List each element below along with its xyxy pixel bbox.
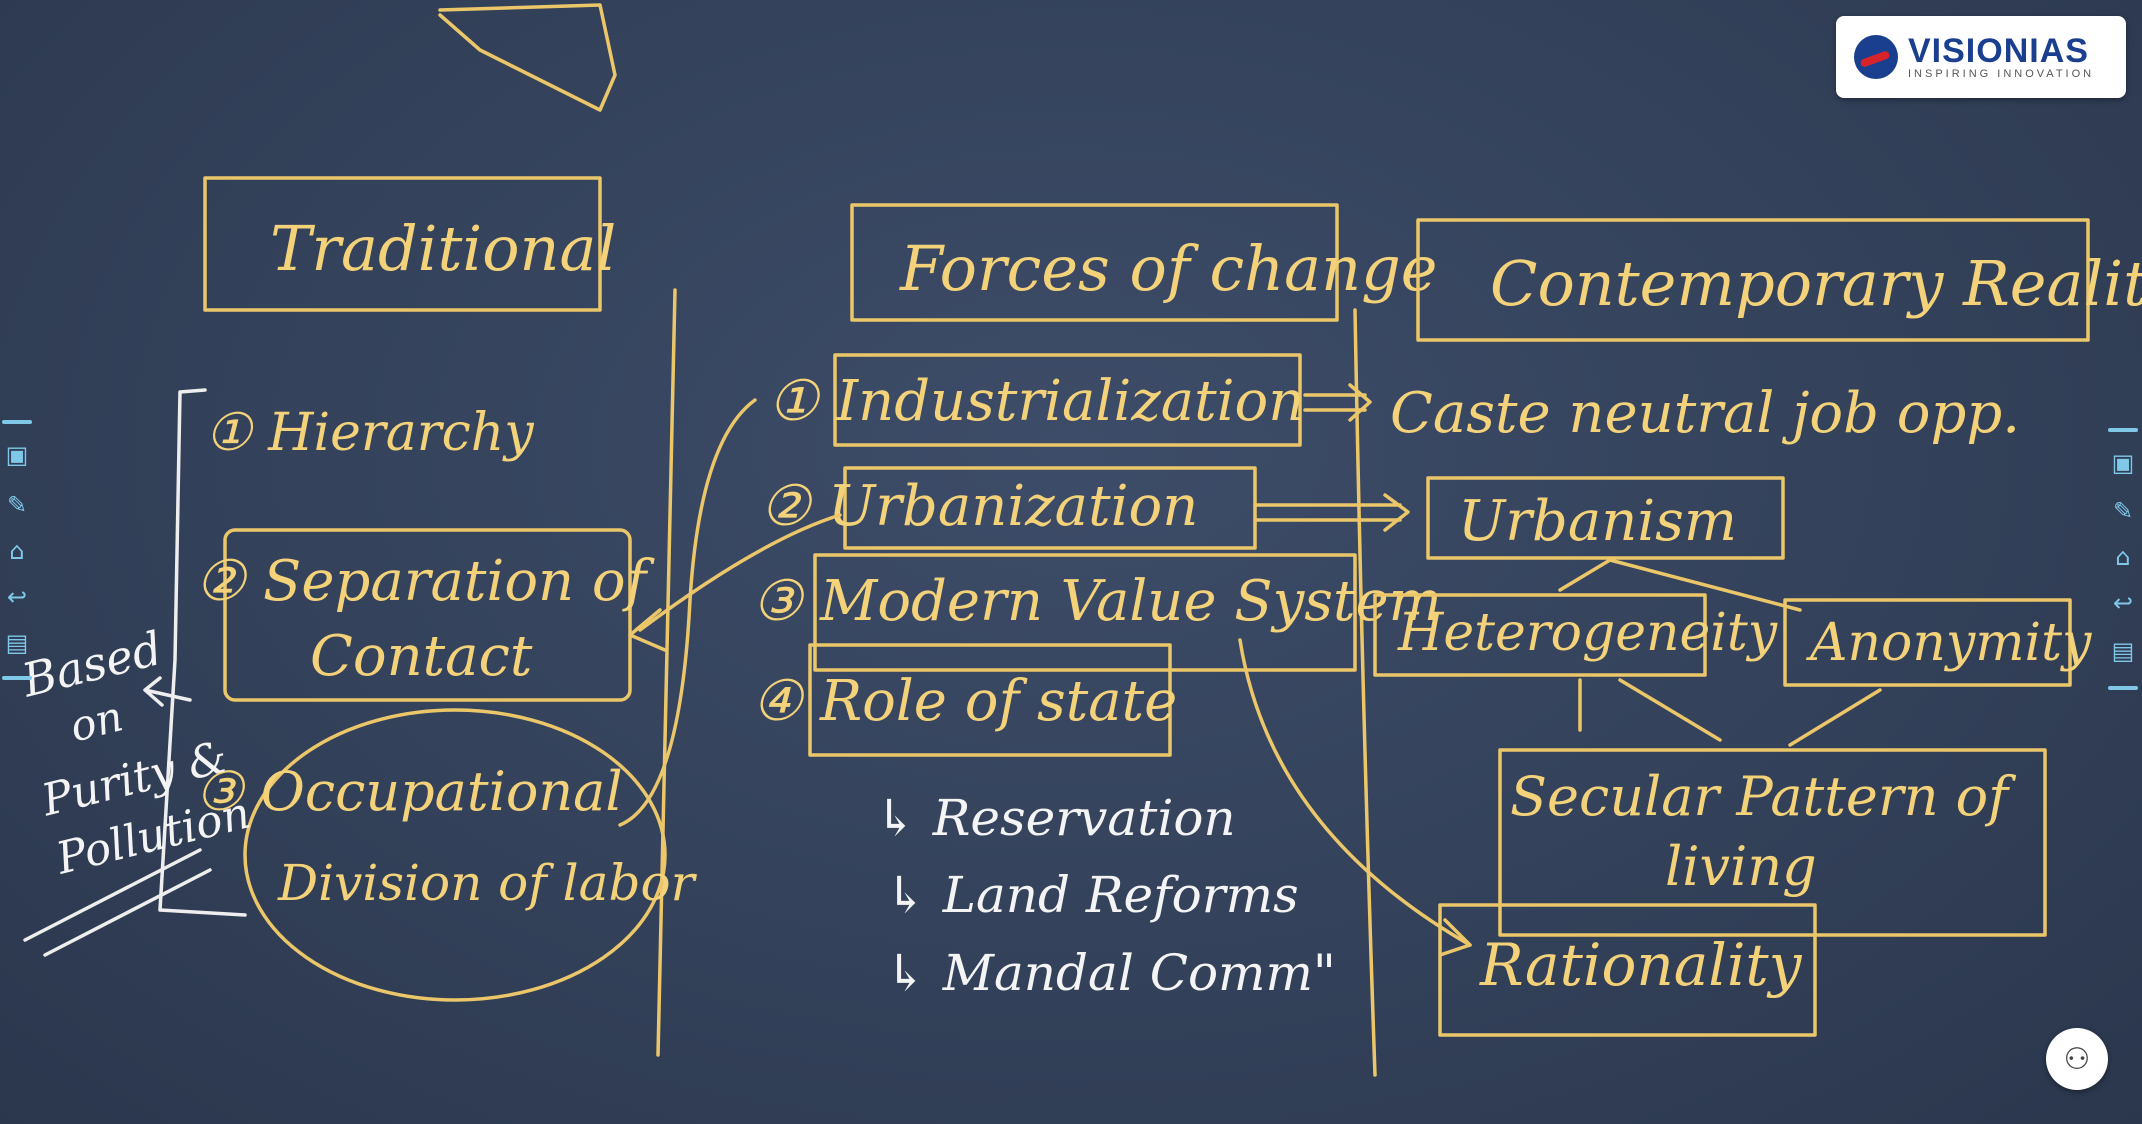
left-toolbar-bottom-bar xyxy=(2,676,32,680)
forces-sub-reservation: ↳ Reservation xyxy=(875,789,1236,847)
visionias-logo-mark xyxy=(1854,35,1898,79)
present-icon[interactable]: ▤ xyxy=(2108,636,2138,666)
side-note-on: on xyxy=(65,691,128,751)
divider-right xyxy=(1353,308,1377,1077)
side-note-group: Based on Purity & Pollution xyxy=(16,621,255,885)
chalkboard-canvas: Traditional ① Hierarchy ② Separation of … xyxy=(16,3,2142,1077)
right-toolbar-bottom-bar xyxy=(2108,686,2138,690)
user-settings-button[interactable]: ⚇ xyxy=(2046,1028,2108,1090)
forces-item-modern-value: ③ Modern Value System xyxy=(752,569,1442,634)
arrow-urbanization xyxy=(1253,493,1410,532)
contemporary-secular-2: living xyxy=(1665,835,1817,898)
left-toolbar-top-bar xyxy=(2,420,32,424)
bracket-arrow xyxy=(143,676,192,707)
traditional-item-hierarchy: ① Hierarchy xyxy=(205,403,534,463)
contemporary-title: Contemporary Reality xyxy=(1490,247,2142,320)
pen-icon[interactable]: ✎ xyxy=(2,490,32,520)
secular-connectors xyxy=(1578,678,1882,747)
screen-icon[interactable]: ▣ xyxy=(2108,448,2138,478)
visionias-logo: VISIONIAS INSPIRING INNOVATION xyxy=(1836,16,2126,98)
traditional-title: Traditional xyxy=(270,212,616,285)
traditional-item-contact: Contact xyxy=(310,624,533,689)
present-icon[interactable]: ▤ xyxy=(2,628,32,658)
home-icon[interactable]: ⌂ xyxy=(2,536,32,566)
whiteboard-stage: Traditional ① Hierarchy ② Separation of … xyxy=(0,0,2142,1124)
home-icon[interactable]: ⌂ xyxy=(2108,542,2138,572)
right-toolbar-top-bar xyxy=(2108,428,2138,432)
logo-name: VISIONIAS xyxy=(1908,32,2089,70)
forces-item-industrialization: ① Industrialization xyxy=(768,369,1304,434)
traditional-item-occupational: ③ Occupational xyxy=(195,760,623,823)
forces-sub-land-reforms: ↳ Land Reforms xyxy=(885,866,1299,924)
undo-icon[interactable]: ↩ xyxy=(2108,588,2138,618)
pen-icon[interactable]: ✎ xyxy=(2108,496,2138,526)
user-gear-icon: ⚇ xyxy=(2063,1041,2091,1077)
contemporary-anonymity: Anonymity xyxy=(1806,613,2092,673)
forces-sub-mandal: ↳ Mandal Comm" xyxy=(885,944,1336,1002)
screen-icon[interactable]: ▣ xyxy=(2,440,32,470)
sketch-remnant xyxy=(438,3,617,112)
forces-title: Forces of change xyxy=(899,232,1437,305)
traditional-item-division: Division of labor xyxy=(277,854,698,912)
forces-item-urbanization: ② Urbanization xyxy=(760,474,1198,539)
contemporary-heterogeneity: Heterogeneity xyxy=(1397,603,1778,663)
contemporary-rationality: Rationality xyxy=(1479,931,1803,999)
arrow-industrialization xyxy=(1303,383,1372,422)
logo-tagline: INSPIRING INNOVATION xyxy=(1908,68,2095,80)
side-note-based: Based xyxy=(16,621,167,708)
contemporary-caste-note: Caste neutral job opp. xyxy=(1390,381,2020,446)
undo-icon[interactable]: ↩ xyxy=(2,582,32,612)
forces-item-role-of-state: ④ Role of state xyxy=(752,669,1177,734)
traditional-item-separation: ② Separation of xyxy=(195,549,656,614)
contemporary-urbanism: Urbanism xyxy=(1458,489,1737,554)
contemporary-secular-1: Secular Pattern of xyxy=(1510,765,2016,828)
divider-left xyxy=(656,288,677,1057)
